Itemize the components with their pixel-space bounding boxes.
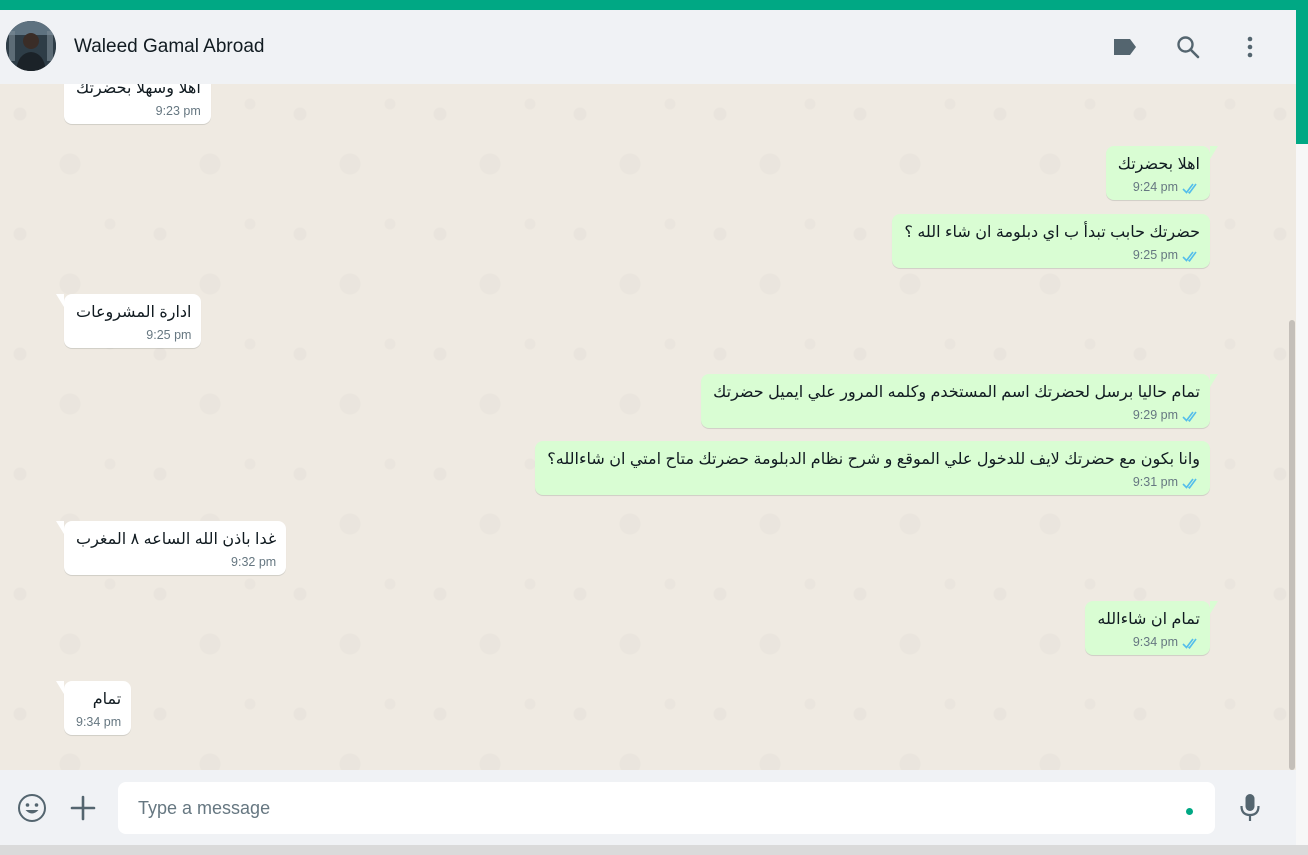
- read-ticks-icon: [1182, 638, 1197, 649]
- message-time: 9:25 pm: [146, 328, 192, 342]
- read-ticks-icon: [1182, 251, 1197, 262]
- message-text: غدا باذن الله الساعه ٨ المغرب: [76, 531, 277, 548]
- message-incoming[interactable]: اهلا وسهلا بحضرتك 9:23 pm: [64, 84, 211, 124]
- microphone-icon[interactable]: [1234, 792, 1266, 824]
- message-incoming[interactable]: غدا باذن الله الساعه ٨ المغرب 9:32 pm: [56, 521, 287, 575]
- message-incoming[interactable]: ادارة المشروعات 9:25 pm: [56, 294, 202, 348]
- read-ticks-icon: [1182, 478, 1197, 489]
- message-outgoing[interactable]: اهلا بحضرتك 9:24 pm: [1105, 146, 1218, 200]
- status-dot: [1186, 808, 1193, 815]
- label-icon[interactable]: [1111, 33, 1139, 61]
- avatar-photo: [6, 21, 56, 71]
- message-time: 9:25 pm: [1132, 248, 1178, 262]
- bubble-tail: [56, 294, 64, 307]
- message-text: تمام حاليا برسل لحضرتك اسم المستخدم وكلم…: [713, 384, 1200, 401]
- window-right-edge: [1296, 10, 1308, 845]
- message-text: تمام ان شاءالله: [1097, 611, 1200, 628]
- message-time: 9:32 pm: [231, 555, 277, 569]
- contact-avatar[interactable]: [6, 21, 56, 71]
- search-icon[interactable]: [1174, 33, 1202, 61]
- message-outgoing[interactable]: تمام حاليا برسل لحضرتك اسم المستخدم وكلم…: [701, 374, 1218, 428]
- message-text: حضرتك حابب تبدأ ب اي دبلومة ان شاء الله …: [904, 224, 1200, 241]
- bubble-tail: [56, 521, 64, 534]
- menu-icon[interactable]: [1236, 33, 1264, 61]
- contact-name[interactable]: Waleed Gamal Abroad: [74, 36, 264, 58]
- chat-header: Waleed Gamal Abroad: [0, 10, 1296, 84]
- message-input-box[interactable]: [118, 782, 1215, 834]
- message-outgoing[interactable]: تمام ان شاءالله 9:34 pm: [1085, 601, 1218, 655]
- message-outgoing[interactable]: حضرتك حابب تبدأ ب اي دبلومة ان شاء الله …: [892, 214, 1210, 268]
- read-ticks-icon: [1182, 183, 1197, 194]
- bubble-tail: [1210, 374, 1218, 387]
- bubble-tail: [1210, 601, 1218, 614]
- message-text: اهلا بحضرتك: [1117, 156, 1200, 173]
- message-time: 9:34 pm: [1132, 635, 1178, 649]
- message-time: 9:31 pm: [1132, 475, 1178, 489]
- app-top-accent-bar: [0, 0, 1308, 10]
- message-input[interactable]: [138, 782, 1168, 834]
- message-time: 9:29 pm: [1132, 408, 1178, 422]
- bubble-tail: [1210, 146, 1218, 159]
- read-ticks-icon: [1182, 411, 1197, 422]
- attach-plus-icon[interactable]: [67, 792, 99, 824]
- window-bottom-edge: [0, 845, 1308, 855]
- message-incoming[interactable]: تمام 9:34 pm: [56, 681, 132, 735]
- message-composer: [0, 770, 1296, 845]
- message-text: تمام: [92, 691, 122, 708]
- message-text: ادارة المشروعات: [76, 304, 192, 321]
- message-list[interactable]: اهلا وسهلا بحضرتك 9:23 pm اهلا بحضرتك 9:…: [0, 84, 1296, 770]
- message-time: 9:23 pm: [155, 104, 201, 118]
- message-time: 9:34 pm: [76, 715, 122, 729]
- message-text: اهلا وسهلا بحضرتك: [76, 84, 201, 97]
- emoji-icon[interactable]: [16, 792, 48, 824]
- chat-scrollbar-thumb[interactable]: [1289, 320, 1295, 770]
- bubble-tail: [56, 681, 64, 694]
- message-time: 9:24 pm: [1132, 180, 1178, 194]
- chat-scrollbar[interactable]: [1288, 84, 1296, 770]
- message-text: وانا بكون مع حضرتك لايف للدخول علي الموق…: [547, 451, 1200, 468]
- chat-window: Waleed Gamal Abroad اهلا وسهلا بحضرتك 9:…: [0, 10, 1296, 845]
- message-outgoing[interactable]: وانا بكون مع حضرتك لايف للدخول علي الموق…: [535, 441, 1210, 495]
- right-edge-accent: [1296, 10, 1308, 144]
